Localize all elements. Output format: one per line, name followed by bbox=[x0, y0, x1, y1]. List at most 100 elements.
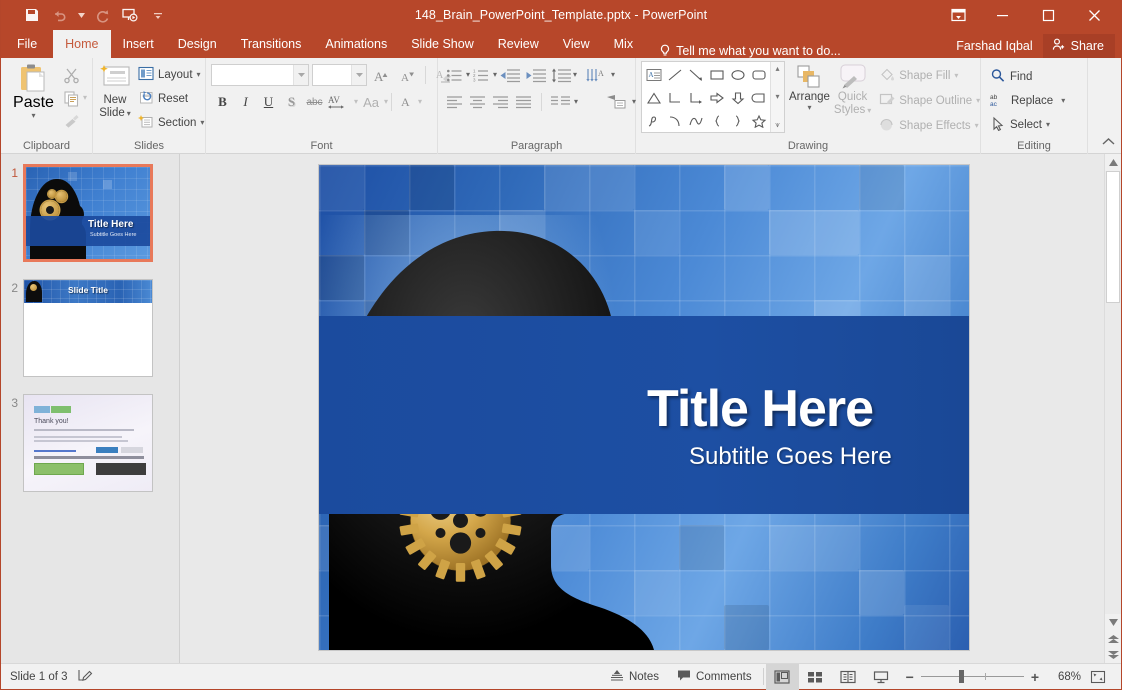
tab-insert[interactable]: Insert bbox=[111, 30, 166, 58]
paste-button[interactable]: Paste ▾ bbox=[6, 62, 61, 120]
shapes-scroll-up-icon[interactable]: ▴ bbox=[775, 64, 779, 73]
shape-right-brace-icon[interactable] bbox=[727, 109, 748, 132]
reset-button[interactable]: Reset bbox=[134, 87, 208, 110]
select-button[interactable]: Select ▾ bbox=[986, 113, 1069, 136]
thumbnail-preview-3[interactable]: Thank you! bbox=[23, 394, 153, 492]
ribbon-display-options-icon[interactable] bbox=[937, 0, 979, 30]
font-color-dropdown-icon[interactable]: ▾ bbox=[418, 98, 422, 106]
shape-star-icon[interactable] bbox=[748, 109, 769, 132]
increase-indent-button[interactable] bbox=[523, 64, 549, 86]
slide-show-icon[interactable] bbox=[865, 664, 898, 690]
shape-down-arrow-icon[interactable] bbox=[727, 86, 748, 109]
arrange-button[interactable]: Arrange ▾ bbox=[789, 61, 830, 112]
scroll-down-icon[interactable] bbox=[1105, 614, 1121, 631]
thumbnail-preview-2[interactable]: Slide Title bbox=[23, 279, 153, 377]
copy-dropdown-icon[interactable]: ▾ bbox=[83, 94, 87, 102]
font-name-dropdown-icon[interactable] bbox=[293, 65, 308, 85]
tab-view[interactable]: View bbox=[551, 30, 602, 58]
shape-effects-dropdown-icon[interactable]: ▾ bbox=[975, 122, 979, 130]
shape-fill-dropdown-icon[interactable]: ▾ bbox=[954, 72, 958, 80]
section-dropdown-icon[interactable]: ▾ bbox=[200, 119, 204, 127]
scrollbar-track[interactable] bbox=[1105, 171, 1121, 614]
shape-line-icon[interactable] bbox=[664, 63, 685, 86]
columns-dropdown-icon[interactable]: ▾ bbox=[574, 98, 578, 106]
tab-animations[interactable]: Animations bbox=[313, 30, 399, 58]
change-case-button[interactable]: Aa bbox=[358, 91, 384, 113]
shape-flowchart-icon[interactable] bbox=[748, 86, 769, 109]
cut-icon[interactable] bbox=[61, 64, 83, 86]
zoom-percent-label[interactable]: 68% bbox=[1047, 671, 1081, 683]
shape-rectangle-icon[interactable] bbox=[706, 63, 727, 86]
notes-button[interactable]: Notes bbox=[601, 664, 668, 690]
shapes-gallery-scrollbar[interactable]: ▴ ▾ ⩛ bbox=[770, 62, 784, 132]
copy-icon[interactable] bbox=[61, 87, 83, 109]
previous-slide-icon[interactable] bbox=[1105, 631, 1121, 647]
shapes-gallery[interactable]: A bbox=[641, 61, 785, 133]
vertical-scrollbar[interactable] bbox=[1104, 154, 1121, 663]
tab-mix[interactable]: Mix bbox=[602, 30, 645, 58]
customize-qat-icon[interactable] bbox=[145, 3, 171, 27]
font-name-input[interactable] bbox=[212, 65, 293, 85]
slide-title-text[interactable]: Title Here bbox=[647, 379, 873, 439]
tab-review[interactable]: Review bbox=[486, 30, 551, 58]
tell-me-box[interactable]: Tell me what you want to do... bbox=[645, 44, 841, 58]
bullets-button[interactable] bbox=[443, 64, 466, 86]
bold-button[interactable]: B bbox=[211, 91, 234, 113]
slide-thumbnail-panel[interactable]: 1 bbox=[1, 154, 180, 663]
numbering-button[interactable]: 123 bbox=[470, 64, 493, 86]
restore-icon[interactable] bbox=[1025, 0, 1071, 30]
shapes-gallery-more-icon[interactable]: ⩛ bbox=[775, 120, 780, 130]
undo-dropdown-icon[interactable] bbox=[75, 13, 87, 18]
align-right-button[interactable] bbox=[489, 91, 512, 113]
share-button[interactable]: Share bbox=[1043, 34, 1115, 58]
tab-file[interactable]: File bbox=[1, 30, 53, 58]
italic-button[interactable]: I bbox=[234, 91, 257, 113]
start-presentation-icon[interactable] bbox=[117, 3, 143, 27]
align-left-button[interactable] bbox=[443, 91, 466, 113]
replace-button[interactable]: abac Replace ▾ bbox=[986, 89, 1069, 112]
tab-slide-show[interactable]: Slide Show bbox=[399, 30, 486, 58]
shape-elbow-arrow-icon[interactable] bbox=[685, 86, 706, 109]
slide-indicator[interactable]: Slide 1 of 3 bbox=[10, 671, 68, 683]
line-spacing-dropdown-icon[interactable]: ▾ bbox=[573, 71, 577, 79]
text-direction-dropdown-icon[interactable]: ▾ bbox=[611, 71, 615, 79]
underline-button[interactable]: U bbox=[257, 91, 280, 113]
thumbnail-slide-2[interactable]: 2 Slide Title bbox=[1, 279, 179, 377]
shapes-scroll-down-icon[interactable]: ▾ bbox=[775, 92, 779, 101]
shape-arc-icon[interactable] bbox=[664, 109, 685, 132]
text-direction-button[interactable]: A bbox=[583, 64, 611, 86]
font-size-combo[interactable] bbox=[312, 64, 367, 86]
quick-styles-button[interactable]: Quick Styles ▾ bbox=[834, 61, 871, 117]
fit-to-window-icon[interactable] bbox=[1081, 664, 1114, 690]
shape-fill-button[interactable]: Shape Fill ▾ bbox=[875, 64, 984, 87]
new-slide-dropdown-icon[interactable]: ▾ bbox=[127, 110, 131, 118]
increase-font-size-button[interactable]: A bbox=[370, 64, 393, 86]
close-icon[interactable] bbox=[1071, 0, 1117, 30]
tab-transitions[interactable]: Transitions bbox=[229, 30, 314, 58]
shape-outline-dropdown-icon[interactable]: ▾ bbox=[976, 97, 980, 105]
shape-textbox-icon[interactable]: A bbox=[643, 63, 664, 86]
change-case-dropdown-icon[interactable]: ▾ bbox=[384, 98, 388, 106]
slide-subtitle-text[interactable]: Subtitle Goes Here bbox=[689, 443, 892, 471]
zoom-slider-track[interactable] bbox=[921, 676, 1024, 677]
next-slide-icon[interactable] bbox=[1105, 647, 1121, 663]
shape-triangle-icon[interactable] bbox=[643, 86, 664, 109]
new-slide-button[interactable]: New Slide ▾ bbox=[98, 62, 132, 120]
user-name[interactable]: Farshad Iqbal bbox=[956, 39, 1042, 53]
shape-effects-button[interactable]: Shape Effects ▾ bbox=[875, 114, 984, 137]
zoom-out-button[interactable]: − bbox=[906, 670, 914, 684]
convert-smartart-button[interactable] bbox=[604, 91, 632, 113]
tab-home[interactable]: Home bbox=[53, 30, 110, 58]
accessibility-checker-icon[interactable] bbox=[77, 668, 94, 686]
font-size-input[interactable] bbox=[313, 65, 351, 85]
line-spacing-button[interactable] bbox=[549, 64, 573, 86]
shape-elbow-connector-icon[interactable] bbox=[664, 86, 685, 109]
font-color-button[interactable]: A bbox=[395, 91, 418, 113]
layout-dropdown-icon[interactable]: ▾ bbox=[197, 71, 201, 79]
text-shadow-button[interactable]: S bbox=[280, 91, 303, 113]
shape-outline-button[interactable]: Shape Outline ▾ bbox=[875, 89, 984, 112]
font-name-combo[interactable] bbox=[211, 64, 309, 86]
shape-oval-icon[interactable] bbox=[727, 63, 748, 86]
shape-arrow-icon[interactable] bbox=[685, 63, 706, 86]
arrange-dropdown-icon[interactable]: ▾ bbox=[807, 104, 811, 112]
